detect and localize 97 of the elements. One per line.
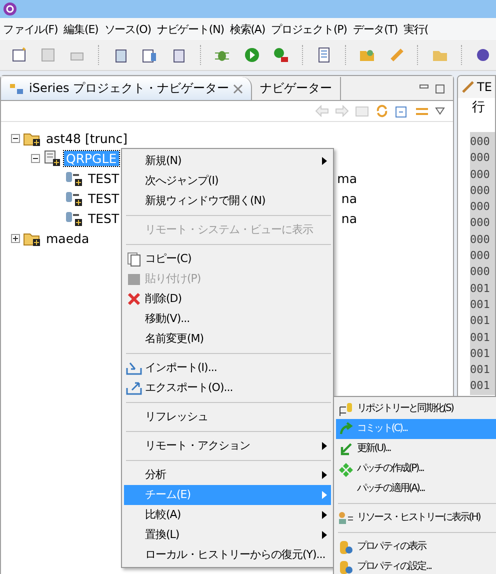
new-file-icon[interactable] [112,47,128,63]
tree-item-text: na [340,190,358,206]
line-number: 001 [470,346,491,362]
close-icon[interactable] [233,84,244,94]
open-folder-icon[interactable] [359,47,376,63]
menu-item[interactable]: プロパティの設定... [336,557,496,574]
menu-item[interactable]: 分析 [124,465,331,485]
line-number: 000 [470,264,491,280]
line-number: 000 [470,199,491,216]
member-icon [65,210,83,226]
submenu-arrow-icon [322,491,327,499]
menu-bar-item[interactable]: ソース(O) [101,22,154,36]
line-number: 001 [470,280,491,297]
menu-bar-item[interactable]: ファイル(F) [0,22,61,36]
menu-item[interactable]: エクスポート(O)... [124,378,331,398]
menu-item[interactable]: 新規(N) [124,151,331,171]
menu-item[interactable]: 移動(V)... [124,309,331,329]
menu-item[interactable]: 更新(U)... [336,439,496,459]
maximize-icon[interactable] [435,84,445,94]
source-file-icon [43,150,61,166]
arrow-icon [339,442,353,456]
menu-item[interactable]: 名前変更(M) [124,329,331,349]
pencil-icon[interactable] [388,47,405,63]
line-number: 001 [470,378,491,394]
menu-item[interactable]: インポート(I)... [124,358,331,378]
new-file-icon[interactable] [142,47,158,63]
expand-toggle[interactable] [11,234,20,242]
menu-item[interactable]: ローカル・ヒストリーからの復元(Y)... [124,545,331,565]
menu-item[interactable]: リモート・アクション [124,436,331,456]
delete-icon [127,292,141,306]
menu-bar-item[interactable]: プロジェクト(P) [268,22,350,36]
view-tab[interactable]: iSeries プロジェクト・ナビゲーター [1,77,252,100]
line-number: 001 [470,296,491,313]
collapse-all-icon[interactable] [395,104,409,118]
tree-item[interactable]: ast48 [trunc] [44,130,130,146]
menu-item[interactable]: 削除(D) [124,289,331,309]
line-number: 000 [470,134,491,150]
line-number: 001 [470,313,491,330]
submenu-arrow-icon [322,511,327,519]
line-number: 001 [470,330,491,346]
view-menu-icon[interactable] [435,107,445,115]
line-number: 000 [470,166,491,183]
menu-item[interactable]: 新規ウィンドウで開く(N) [124,191,331,211]
run-icon[interactable] [244,47,260,63]
line-number: 000 [470,182,491,199]
cylinder-icon [339,560,353,574]
menu-item[interactable]: リソース・ヒストリーに表示(H) [336,508,496,528]
tree-item-text: na [340,210,358,226]
menu-item[interactable]: 次へジャンプ(I) [124,171,331,191]
person-list-icon [338,511,354,525]
new-file-icon[interactable] [171,47,188,63]
menu-bar-item[interactable]: データ(T) [350,22,401,36]
menu-bar-item[interactable]: 実行( [400,22,432,36]
cylinder-icon [339,540,353,554]
menu-item[interactable]: リフレッシュ [124,407,331,427]
new-icon[interactable] [10,47,27,63]
tree-icon [9,82,25,94]
line-number: 000 [470,215,491,232]
line-number: 000 [470,232,491,248]
pencil-icon [461,80,475,94]
menu-item[interactable]: パッチの適用(A)... [336,479,496,499]
submenu-arrow-icon [322,531,327,539]
menu-item[interactable]: リポジトリーと同期化(S) [336,399,496,419]
collapse-toggle[interactable] [31,154,40,162]
patch-icon [338,462,354,476]
menu-item[interactable]: 比較(A) [124,505,331,525]
menu-item[interactable]: コピー(C) [124,249,331,269]
app-logo-icon [3,2,17,16]
export-icon [126,381,142,395]
submenu-arrow-icon [322,442,327,450]
menu-item[interactable]: プロパティの表示 [336,537,496,557]
tree-item[interactable]: TEST [86,210,122,226]
column-header: 行 [471,99,486,116]
copy-icon [127,252,141,266]
line-number: 001 [470,362,491,378]
tree-item[interactable]: maeda [44,230,92,246]
menu-bar-item[interactable]: 編集(E) [60,22,102,36]
line-number: 000 [470,248,491,264]
menu-bar-item[interactable]: 検索(A) [226,22,268,36]
menu-item[interactable]: パッチの作成(P)... [336,459,496,479]
menu-item[interactable]: 置換(L) [124,525,331,545]
submenu-arrow-icon [322,157,327,165]
clipboard-icon [127,272,141,286]
import-icon [126,361,142,375]
member-icon [65,190,83,206]
arrow-icon [339,422,353,436]
collapse-toggle[interactable] [11,134,20,142]
tree-item-text: ma [336,170,358,186]
globe-icon[interactable] [475,47,492,63]
tree-item[interactable]: TEST [86,170,122,186]
submenu-arrow-icon [322,471,327,479]
member-icon [65,170,83,186]
line-number: 000 [470,150,491,166]
run-config-icon[interactable] [272,47,289,63]
tree-item[interactable]: TEST [86,190,122,206]
menu-bar-item[interactable]: ナビゲート(N) [154,22,227,36]
document-icon[interactable] [316,47,332,63]
